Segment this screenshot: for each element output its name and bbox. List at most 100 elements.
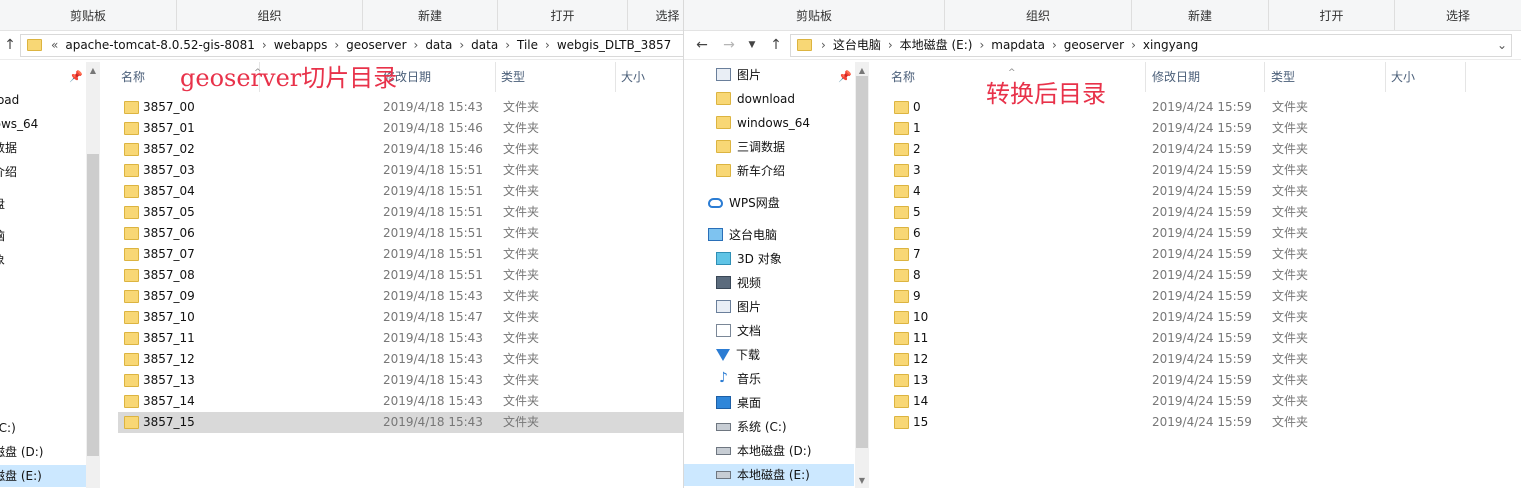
file-row[interactable]: 3857_04 2019/4/18 15:51 文件夹 [118, 181, 683, 202]
breadcrumb-segment[interactable]: Tile [513, 35, 542, 56]
breadcrumb-segment[interactable]: 本地磁盘 (E:) [896, 35, 977, 56]
breadcrumb-segment[interactable]: geoserver [1060, 35, 1128, 56]
ribbon-organize[interactable]: 组织 [176, 0, 362, 30]
file-row[interactable]: 3857_01 2019/4/18 15:46 文件夹 [118, 118, 683, 139]
file-row[interactable]: 3857_11 2019/4/18 15:43 文件夹 [118, 328, 683, 349]
nav-item[interactable]: download [716, 88, 854, 110]
nav-item[interactable]: 这台电脑 [708, 224, 846, 246]
nav-item[interactable]: ♪ 音乐 [716, 368, 854, 390]
nav-item[interactable]: 新车介绍 [716, 160, 854, 182]
ribbon-select[interactable]: 选择 [1394, 0, 1521, 30]
column-header-type[interactable]: 类型 [496, 62, 616, 92]
file-row[interactable]: 14 2019/4/24 15:59 文件夹 [888, 391, 1328, 412]
overflow-chevron[interactable]: « [48, 35, 61, 56]
breadcrumb-segment[interactable]: xingyang [1139, 35, 1202, 56]
ribbon-clipboard[interactable]: 剪贴板 [684, 0, 944, 30]
file-row[interactable]: 8 2019/4/24 15:59 文件夹 [888, 265, 1328, 286]
nav-scrollbar-thumb[interactable] [87, 154, 99, 456]
chevron-right-icon[interactable]: › [1049, 35, 1060, 56]
file-row[interactable]: 9 2019/4/24 15:59 文件夹 [888, 286, 1328, 307]
breadcrumb-segment[interactable]: apache-tomcat-8.0.52-gis-8081 [61, 35, 259, 56]
file-row[interactable]: 3857_14 2019/4/18 15:43 文件夹 [118, 391, 683, 412]
breadcrumb-segment[interactable]: data [467, 35, 502, 56]
file-row[interactable]: 3857_15 2019/4/18 15:43 文件夹 [118, 412, 683, 433]
nav-item[interactable]: dows_64 [0, 113, 86, 135]
chevron-right-icon[interactable]: › [542, 35, 553, 56]
nav-item[interactable]: windows_64 [716, 112, 854, 134]
nav-scrollbar[interactable]: ▲ [86, 62, 100, 488]
chevron-right-icon[interactable]: › [456, 35, 467, 56]
address-bar[interactable]: «apache-tomcat-8.0.52-gis-8081 › webapps › g… [20, 34, 683, 57]
nav-item[interactable]: 数据 [0, 137, 86, 159]
file-row[interactable]: 3857_08 2019/4/18 15:51 文件夹 [118, 265, 683, 286]
file-row[interactable]: 3857_00 2019/4/18 15:43 文件夹 [118, 97, 683, 118]
file-row[interactable]: 3857_06 2019/4/18 15:51 文件夹 [118, 223, 683, 244]
chevron-right-icon[interactable]: › [411, 35, 422, 56]
breadcrumb-segment[interactable]: webapps [270, 35, 332, 56]
ribbon-open[interactable]: 打开 [1268, 0, 1394, 30]
chevron-right-icon[interactable]: › [976, 35, 987, 56]
scroll-down-arrow-icon[interactable]: ▼ [856, 476, 868, 485]
nav-item[interactable]: 三调数据 [716, 136, 854, 158]
nav-item[interactable]: 磁盘 (E:) [0, 465, 86, 487]
file-row[interactable]: 1 2019/4/24 15:59 文件夹 [888, 118, 1328, 139]
column-header-modified[interactable]: 修改日期 [1147, 62, 1265, 92]
file-row[interactable]: 6 2019/4/24 15:59 文件夹 [888, 223, 1328, 244]
column-header-size[interactable]: 大小 [616, 62, 683, 92]
chevron-right-icon[interactable]: › [502, 35, 513, 56]
chevron-right-icon[interactable]: › [1128, 35, 1139, 56]
nav-item[interactable]: 盘 [0, 193, 86, 215]
nav-item[interactable]: 下载 [716, 344, 854, 366]
file-row[interactable]: 3857_03 2019/4/18 15:51 文件夹 [118, 160, 683, 181]
ribbon-organize[interactable]: 组织 [944, 0, 1131, 30]
nav-item[interactable]: 本地磁盘 (E:) [684, 464, 854, 486]
chevron-right-icon[interactable]: › [331, 35, 342, 56]
file-row[interactable]: 15 2019/4/24 15:59 文件夹 [888, 412, 1328, 433]
nav-item[interactable]: 系统 (C:) [716, 416, 854, 438]
file-row[interactable]: 7 2019/4/24 15:59 文件夹 [888, 244, 1328, 265]
ribbon-select[interactable]: 选择 [627, 0, 683, 30]
nav-item[interactable]: 脑 [0, 225, 86, 247]
ribbon-new[interactable]: 新建 [1131, 0, 1268, 30]
nav-item[interactable]: nload [0, 89, 86, 111]
file-row[interactable]: 13 2019/4/24 15:59 文件夹 [888, 370, 1328, 391]
address-bar[interactable]: › 这台电脑 › 本地磁盘 (E:) › mapdata › geoserver › xingya… [790, 34, 1512, 57]
file-row[interactable]: 10 2019/4/24 15:59 文件夹 [888, 307, 1328, 328]
file-row[interactable]: 3857_13 2019/4/18 15:43 文件夹 [118, 370, 683, 391]
forward-arrow-icon[interactable]: → [719, 35, 739, 55]
breadcrumb-segment[interactable]: data [421, 35, 456, 56]
nav-item[interactable]: 视频 [716, 272, 854, 294]
chevron-right-icon[interactable]: › [885, 35, 896, 56]
nav-item[interactable]: WPS网盘 [708, 192, 846, 214]
breadcrumb-segment[interactable]: 这台电脑 [829, 35, 885, 56]
pin-icon[interactable]: 📌 [69, 70, 83, 83]
recent-dropdown-icon[interactable]: ▼ [742, 35, 762, 55]
nav-item[interactable]: 图片 [716, 296, 854, 318]
file-row[interactable]: 3857_07 2019/4/18 15:51 文件夹 [118, 244, 683, 265]
file-row[interactable]: 12 2019/4/24 15:59 文件夹 [888, 349, 1328, 370]
nav-item[interactable]: 图片 [716, 64, 854, 86]
column-header-size[interactable]: 大小 [1386, 62, 1466, 92]
file-row[interactable]: 3857_02 2019/4/18 15:46 文件夹 [118, 139, 683, 160]
nav-scrollbar[interactable]: ▲ ▼ [855, 62, 869, 488]
file-row[interactable]: 5 2019/4/24 15:59 文件夹 [888, 202, 1328, 223]
nav-item[interactable]: 磁盘 (D:) [0, 441, 86, 463]
file-row[interactable]: 0 2019/4/24 15:59 文件夹 [888, 97, 1328, 118]
ribbon-open[interactable]: 打开 [497, 0, 627, 30]
column-header-type[interactable]: 类型 [1266, 62, 1386, 92]
nav-item[interactable]: 文档 [716, 320, 854, 342]
chevron-right-icon[interactable]: › [259, 35, 270, 56]
file-row[interactable]: 4 2019/4/24 15:59 文件夹 [888, 181, 1328, 202]
file-row[interactable]: 3 2019/4/24 15:59 文件夹 [888, 160, 1328, 181]
breadcrumb-segment[interactable]: webgis_DLTB_3857 [553, 35, 675, 56]
file-row[interactable]: 3857_10 2019/4/18 15:47 文件夹 [118, 307, 683, 328]
nav-item[interactable]: 3D 对象 [716, 248, 854, 270]
ribbon-clipboard[interactable]: 剪贴板 [0, 0, 176, 30]
back-arrow-icon[interactable]: ← [692, 35, 712, 55]
scroll-up-arrow-icon[interactable]: ▲ [856, 66, 868, 75]
breadcrumb-segment[interactable]: mapdata [987, 35, 1049, 56]
nav-item[interactable]: 象 [0, 249, 86, 271]
address-dropdown-icon[interactable]: ⌄ [1497, 35, 1507, 56]
file-row[interactable]: 11 2019/4/24 15:59 文件夹 [888, 328, 1328, 349]
up-arrow-icon[interactable]: ↑ [766, 35, 786, 55]
